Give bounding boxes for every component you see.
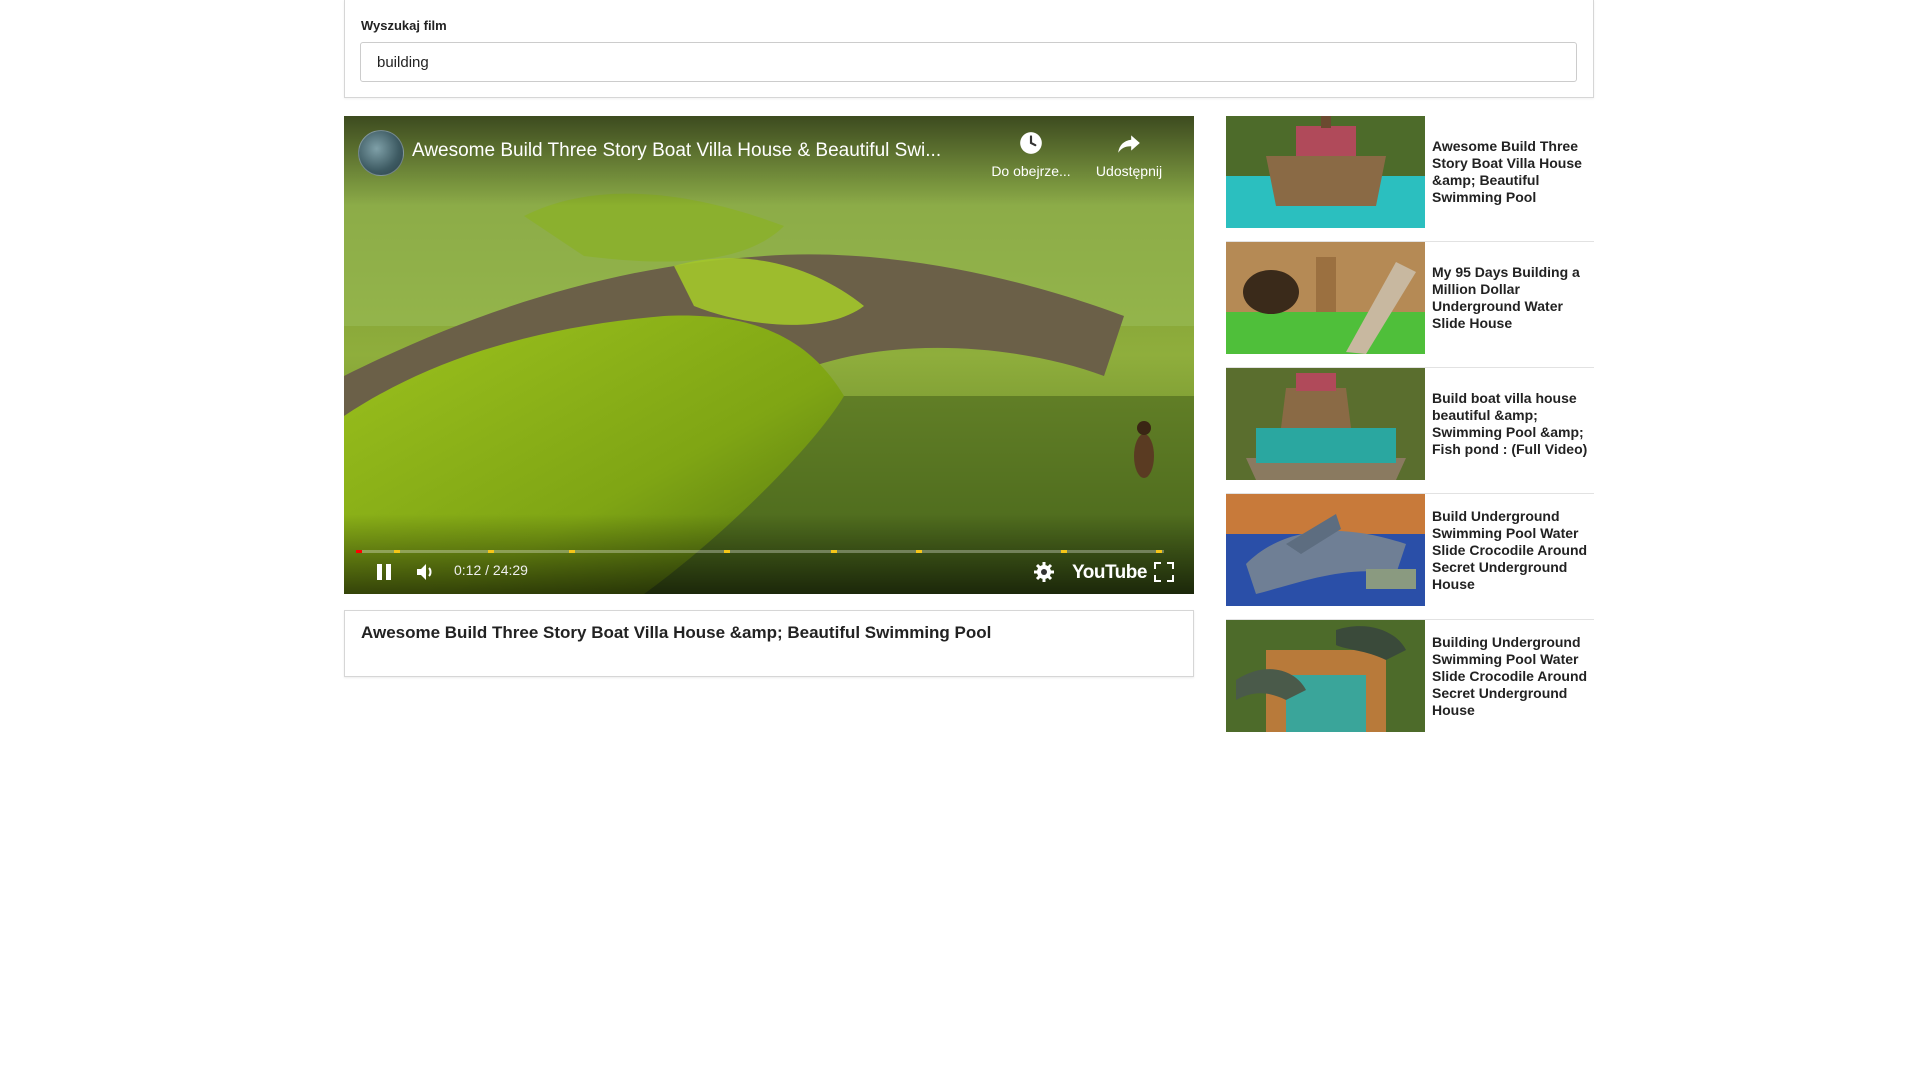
chapter-marker bbox=[916, 550, 922, 553]
settings-button[interactable] bbox=[1032, 559, 1056, 590]
chapter-marker bbox=[831, 550, 837, 553]
chapter-marker bbox=[394, 550, 400, 553]
chapter-marker bbox=[724, 550, 730, 553]
fullscreen-button[interactable] bbox=[1152, 559, 1176, 590]
progress-played bbox=[356, 550, 363, 553]
watch-later-button[interactable]: Do obejrze... bbox=[986, 130, 1076, 179]
fullscreen-icon bbox=[1154, 562, 1174, 582]
share-label: Udostępnij bbox=[1095, 163, 1163, 179]
chapter-marker bbox=[488, 550, 494, 553]
list-item[interactable]: My 95 Days Building a Million Dollar Und… bbox=[1226, 242, 1594, 368]
video-title-text: Awesome Build Three Story Boat Villa Hou… bbox=[1432, 138, 1582, 205]
video-title: Awesome Build Three Story Boat Villa Hou… bbox=[361, 623, 992, 642]
video-thumbnail[interactable] bbox=[1226, 494, 1425, 606]
share-button[interactable]: Udostępnij bbox=[1084, 130, 1174, 179]
search-input[interactable] bbox=[360, 42, 1577, 82]
chapter-marker bbox=[569, 550, 575, 553]
gear-icon bbox=[1034, 562, 1054, 582]
video-title[interactable]: Building Underground Swimming Pool Water… bbox=[1432, 620, 1594, 732]
video-title[interactable]: My 95 Days Building a Million Dollar Und… bbox=[1432, 242, 1594, 354]
watch-later-label: Do obejrze... bbox=[991, 163, 1071, 179]
related-videos-list: Awesome Build Three Story Boat Villa Hou… bbox=[1226, 116, 1594, 746]
mute-button[interactable] bbox=[414, 559, 438, 590]
video-player[interactable]: Awesome Build Three Story Boat Villa Hou… bbox=[344, 116, 1194, 594]
list-item[interactable]: Awesome Build Three Story Boat Villa Hou… bbox=[1226, 116, 1594, 242]
youtube-logo[interactable]: YouTube bbox=[1072, 562, 1147, 584]
share-arrow-icon bbox=[1118, 135, 1140, 153]
video-thumbnail[interactable] bbox=[1226, 620, 1425, 732]
list-item[interactable]: Building Underground Swimming Pool Water… bbox=[1226, 620, 1594, 746]
video-title-text: Building Underground Swimming Pool Water… bbox=[1432, 633, 1588, 718]
search-panel: Wyszukaj film bbox=[344, 0, 1594, 98]
chapter-marker bbox=[1061, 550, 1067, 553]
video-title-text: Build boat villa house beautiful &amp; S… bbox=[1432, 390, 1588, 457]
bottom-gradient bbox=[344, 514, 1194, 594]
video-title-text: My 95 Days Building a Million Dollar Und… bbox=[1432, 264, 1580, 331]
video-title[interactable]: Build boat villa house beautiful &amp; S… bbox=[1432, 368, 1594, 480]
search-label: Wyszukaj film bbox=[361, 18, 447, 33]
player-title-link[interactable]: Awesome Build Three Story Boat Villa Hou… bbox=[412, 140, 972, 162]
time-display: 0:12 / 24:29 bbox=[454, 562, 528, 578]
pause-icon bbox=[377, 564, 391, 580]
video-title[interactable]: Awesome Build Three Story Boat Villa Hou… bbox=[1432, 116, 1594, 228]
list-item[interactable]: Build Underground Swimming Pool Water Sl… bbox=[1226, 494, 1594, 620]
video-title-text: Build Underground Swimming Pool Water Sl… bbox=[1432, 507, 1588, 592]
clock-icon bbox=[1020, 132, 1042, 154]
chapter-marker bbox=[1156, 550, 1162, 553]
channel-avatar[interactable] bbox=[358, 130, 404, 176]
pause-button[interactable] bbox=[372, 559, 396, 590]
list-item[interactable]: Build boat villa house beautiful &amp; S… bbox=[1226, 368, 1594, 494]
video-title[interactable]: Build Underground Swimming Pool Water Sl… bbox=[1432, 494, 1594, 606]
video-thumbnail[interactable] bbox=[1226, 242, 1425, 354]
video-title-card: Awesome Build Three Story Boat Villa Hou… bbox=[344, 610, 1194, 677]
volume-icon bbox=[417, 564, 432, 580]
video-thumbnail[interactable] bbox=[1226, 116, 1425, 228]
progress-bar[interactable] bbox=[356, 550, 1164, 553]
video-thumbnail[interactable] bbox=[1226, 368, 1425, 480]
